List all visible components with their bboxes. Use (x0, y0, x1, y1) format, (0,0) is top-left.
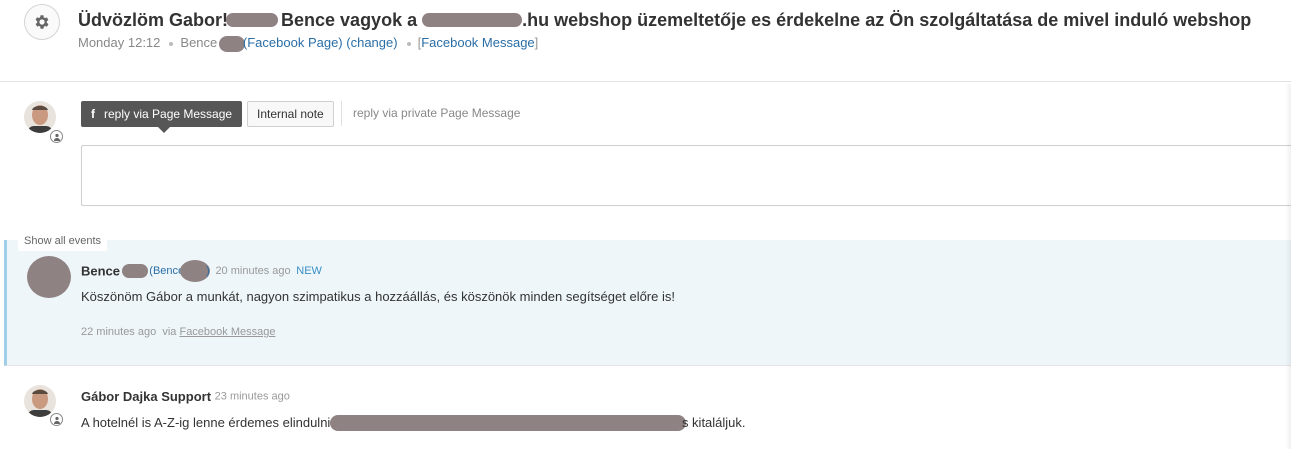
agent-user-badge (50, 130, 63, 143)
ticket-date: Monday 12:12 (78, 35, 161, 50)
show-all-events-button[interactable]: Show all events (18, 231, 108, 251)
meta-separator (406, 41, 411, 46)
event-body: A hotelnél is A-Z-ig lenne érdemes elind… (81, 414, 746, 431)
event-body: Köszönöm Gábor a munkát, nagyon szimpati… (81, 289, 675, 304)
facebook-icon: f (91, 107, 95, 121)
requester-name: Bence (180, 35, 218, 50)
agent-user-badge (50, 413, 63, 426)
ticket-header: Üdvözlöm Gabor! Bence vagyok a .hu websh… (0, 0, 1291, 82)
reply-via-page-message-tab[interactable]: f reply via Page Message (81, 101, 243, 133)
gear-icon (35, 15, 49, 29)
subject-part-2: Bence vagyok a (276, 9, 423, 30)
context-text: (Bence (149, 265, 185, 277)
requester-source-link[interactable]: (Facebook Page) (243, 35, 343, 50)
agent-avatar (24, 385, 56, 417)
user-icon (53, 133, 60, 141)
footer-channel-link[interactable]: Facebook Message (179, 326, 275, 338)
composer-divider (341, 101, 342, 126)
reply-tab-label: reply via Page Message (104, 107, 233, 121)
redaction-mark (218, 35, 245, 52)
meta-separator (169, 41, 174, 46)
event-author: Gábor Dajka Support (81, 389, 212, 405)
event-item: Gábor Dajka Support 23 minutes ago A hot… (4, 367, 1291, 449)
subject-part-1: Üdvözlöm Gabor! (78, 9, 229, 30)
context-tail: ) (206, 265, 210, 277)
new-badge: NEW (296, 265, 322, 277)
redaction-mark (121, 264, 148, 278)
event-author-context-link[interactable]: (Bence) (149, 260, 211, 282)
customer-avatar (27, 256, 71, 298)
ticket-settings-button[interactable] (24, 4, 60, 40)
event-author-line: Bence (Bence) 20 minutes ago NEW (81, 260, 322, 282)
event-item-new: Bence (Bence) 20 minutes ago NEW Köszönö… (4, 240, 1291, 366)
event-author: Bence (81, 263, 121, 279)
event-time: 23 minutes ago (214, 390, 290, 403)
ticket-meta: Monday 12:12 Bence (Facebook Page) (chang… (78, 35, 538, 52)
change-requester-link[interactable]: (change) (346, 35, 397, 50)
event-body-start: A hotelnél is A-Z-ig lenne érdemes elind… (81, 415, 334, 431)
channel-link[interactable]: Facebook Message (421, 35, 534, 50)
event-author-line: Gábor Dajka Support 23 minutes ago (81, 388, 290, 404)
scroll-shadow (1285, 84, 1291, 449)
private-message-hint[interactable]: reply via private Page Message (353, 106, 520, 120)
subject-part-3: .hu webshop üzemeltetője es érdekelne az… (522, 9, 1252, 30)
event-time: 20 minutes ago (215, 265, 291, 277)
ticket-subject: Üdvözlöm Gabor! Bence vagyok a .hu websh… (78, 9, 1291, 31)
event-footer: 22 minutes ago via Facebook Message (81, 326, 275, 338)
redaction-mark (329, 414, 686, 431)
internal-note-tab[interactable]: Internal note (247, 101, 334, 127)
user-icon (53, 416, 60, 424)
redaction-mark (422, 13, 523, 28)
redaction-mark (226, 13, 279, 28)
bracket-close: ] (534, 35, 539, 50)
event-body-end: s kitaláljuk. (681, 415, 746, 431)
footer-time: 22 minutes ago (81, 326, 157, 338)
agent-avatar (24, 101, 56, 133)
footer-via: via (162, 326, 177, 338)
reply-textarea[interactable] (81, 145, 1291, 206)
